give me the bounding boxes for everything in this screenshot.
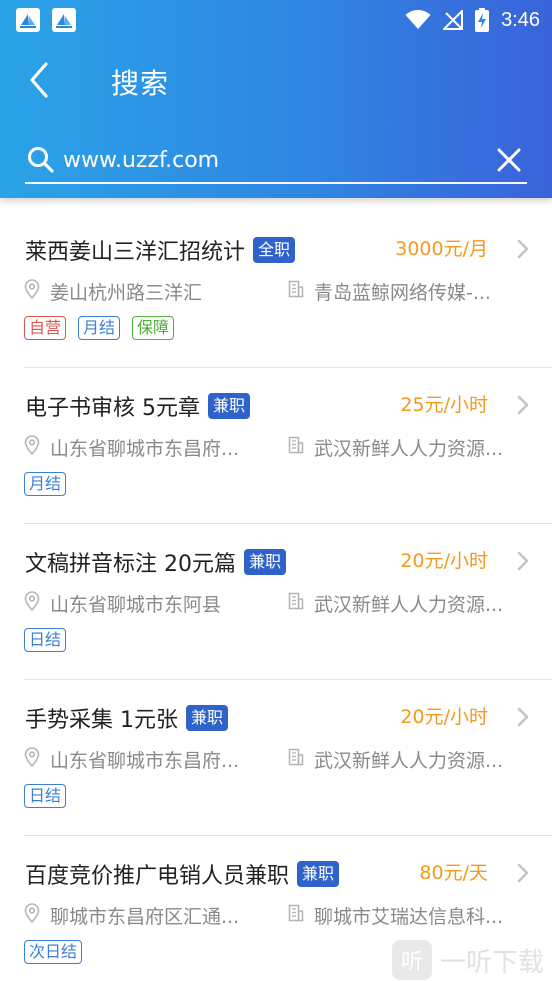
job-type-badge: 兼职 bbox=[208, 393, 251, 419]
no-signal-icon bbox=[443, 10, 464, 30]
clock: 3:46 bbox=[501, 8, 540, 31]
status-indicators: 3:46 bbox=[393, 6, 540, 34]
job-tags: 自营 月结 保障 bbox=[24, 316, 186, 340]
job-tag: 月结 bbox=[78, 316, 121, 340]
job-title: 手势采集 1元张 bbox=[25, 708, 178, 733]
job-type-badge: 全职 bbox=[253, 237, 296, 263]
job-type-badge: 兼职 bbox=[297, 861, 340, 887]
chevron-right-icon bbox=[516, 394, 530, 420]
job-tags: 月结 bbox=[24, 472, 78, 496]
job-salary: 25元/小时 bbox=[400, 394, 488, 416]
job-type-badge: 兼职 bbox=[186, 705, 229, 731]
job-location: 姜山杭州路三洋汇 bbox=[24, 278, 274, 305]
job-list-item[interactable]: 电子书审核 5元章 兼职 25元/小时 山东省聊城市东昌府... 武汉新鲜人人力… bbox=[24, 368, 552, 524]
job-location-text: 聊城市东昌府区汇通... bbox=[50, 906, 240, 928]
job-company: 聊城市艾瑞达信息科... bbox=[288, 902, 528, 929]
job-tags: 次日结 bbox=[24, 940, 94, 964]
job-location-text: 姜山杭州路三洋汇 bbox=[50, 282, 203, 304]
chevron-right-icon bbox=[516, 706, 530, 732]
job-company-text: 武汉新鲜人人力资源... bbox=[314, 750, 504, 772]
job-location-text: 山东省聊城市东昌府... bbox=[50, 750, 240, 772]
job-tag: 保障 bbox=[132, 316, 175, 340]
job-tag: 自营 bbox=[24, 316, 67, 340]
job-company-text: 青岛蓝鲸网络传媒-... bbox=[314, 282, 491, 304]
watermark-logo: 听 bbox=[392, 940, 432, 980]
job-tag: 月结 bbox=[24, 472, 67, 496]
job-title-row: 手势采集 1元张 兼职 bbox=[25, 702, 229, 734]
job-company-text: 聊城市艾瑞达信息科... bbox=[314, 906, 504, 928]
job-salary: 80元/天 bbox=[419, 862, 488, 884]
job-tag: 日结 bbox=[24, 784, 67, 808]
job-title: 文稿拼音标注 20元篇 bbox=[25, 552, 236, 577]
location-pin-icon bbox=[24, 747, 40, 772]
job-meta: 山东省聊城市东阿县 武汉新鲜人人力资源... bbox=[24, 590, 552, 618]
watermark-text: 一听下载 bbox=[440, 947, 545, 978]
job-title: 莱西姜山三洋汇招统计 bbox=[25, 240, 246, 265]
status-bar: 3:46 bbox=[0, 0, 552, 40]
job-type-badge: 兼职 bbox=[244, 549, 287, 575]
wifi-icon bbox=[405, 10, 431, 30]
job-location: 山东省聊城市东昌府... bbox=[24, 434, 274, 461]
building-icon bbox=[288, 280, 304, 303]
job-list-item[interactable]: 莱西姜山三洋汇招统计 全职 3000元/月 姜山杭州路三洋汇 青岛蓝鲸网络传媒-… bbox=[24, 212, 552, 368]
job-company: 武汉新鲜人人力资源... bbox=[288, 590, 528, 617]
page-title: 搜索 bbox=[111, 67, 170, 100]
app-header: 3:46 搜索 bbox=[0, 0, 552, 198]
job-meta: 山东省聊城市东昌府... 武汉新鲜人人力资源... bbox=[24, 434, 552, 462]
back-button[interactable] bbox=[24, 60, 64, 104]
chevron-right-icon bbox=[516, 238, 530, 264]
title-bar: 搜索 bbox=[0, 46, 552, 116]
search-icon bbox=[27, 146, 55, 178]
job-tags: 日结 bbox=[24, 784, 78, 808]
building-icon bbox=[288, 436, 304, 459]
chevron-right-icon bbox=[516, 862, 530, 888]
chevron-right-icon bbox=[516, 550, 530, 576]
job-company: 武汉新鲜人人力资源... bbox=[288, 434, 528, 461]
job-location: 山东省聊城市东阿县 bbox=[24, 590, 274, 617]
job-title-row: 莱西姜山三洋汇招统计 全职 bbox=[25, 234, 296, 266]
close-icon bbox=[497, 148, 521, 172]
job-salary: 3000元/月 bbox=[395, 238, 488, 260]
location-pin-icon bbox=[24, 591, 40, 616]
job-title: 百度竞价推广电销人员兼职 bbox=[25, 864, 290, 889]
job-location: 聊城市东昌府区汇通... bbox=[24, 902, 274, 929]
building-icon bbox=[288, 748, 304, 771]
job-title-row: 文稿拼音标注 20元篇 兼职 bbox=[25, 546, 287, 578]
watermark: 听 一听下载 bbox=[392, 938, 544, 981]
clear-search-button[interactable] bbox=[495, 146, 523, 174]
back-arrow-icon bbox=[30, 62, 48, 98]
battery-charging-icon bbox=[475, 8, 490, 32]
job-meta: 姜山杭州路三洋汇 青岛蓝鲸网络传媒-... bbox=[24, 278, 552, 306]
job-tag: 次日结 bbox=[24, 940, 83, 964]
job-title: 电子书审核 5元章 bbox=[25, 396, 200, 421]
job-location-text: 山东省聊城市东阿县 bbox=[50, 594, 222, 616]
notification-app-icon bbox=[52, 8, 76, 32]
job-tag: 日结 bbox=[24, 628, 67, 652]
job-salary: 20元/小时 bbox=[400, 550, 488, 572]
job-location-text: 山东省聊城市东昌府... bbox=[50, 438, 240, 460]
building-icon bbox=[288, 904, 304, 927]
job-title-row: 百度竞价推广电销人员兼职 兼职 bbox=[25, 858, 340, 890]
job-company-text: 武汉新鲜人人力资源... bbox=[314, 438, 504, 460]
location-pin-icon bbox=[24, 435, 40, 460]
location-pin-icon bbox=[24, 903, 40, 928]
job-company: 武汉新鲜人人力资源... bbox=[288, 746, 528, 773]
search-input[interactable] bbox=[63, 142, 483, 178]
job-meta: 聊城市东昌府区汇通... 聊城市艾瑞达信息科... bbox=[24, 902, 552, 930]
job-salary: 20元/小时 bbox=[400, 706, 488, 728]
job-list-item[interactable]: 手势采集 1元张 兼职 20元/小时 山东省聊城市东昌府... 武汉新鲜人人力资… bbox=[24, 680, 552, 836]
building-icon bbox=[288, 592, 304, 615]
notification-app-icon bbox=[16, 8, 40, 32]
job-title-row: 电子书审核 5元章 兼职 bbox=[25, 390, 251, 422]
job-location: 山东省聊城市东昌府... bbox=[24, 746, 274, 773]
job-meta: 山东省聊城市东昌府... 武汉新鲜人人力资源... bbox=[24, 746, 552, 774]
job-tags: 日结 bbox=[24, 628, 78, 652]
job-company-text: 武汉新鲜人人力资源... bbox=[314, 594, 504, 616]
job-list: 莱西姜山三洋汇招统计 全职 3000元/月 姜山杭州路三洋汇 青岛蓝鲸网络传媒-… bbox=[0, 212, 552, 981]
job-company: 青岛蓝鲸网络传媒-... bbox=[288, 278, 528, 305]
job-list-item[interactable]: 文稿拼音标注 20元篇 兼职 20元/小时 山东省聊城市东阿县 武汉新鲜人人力资… bbox=[24, 524, 552, 680]
location-pin-icon bbox=[24, 279, 40, 304]
search-bar bbox=[25, 140, 527, 184]
